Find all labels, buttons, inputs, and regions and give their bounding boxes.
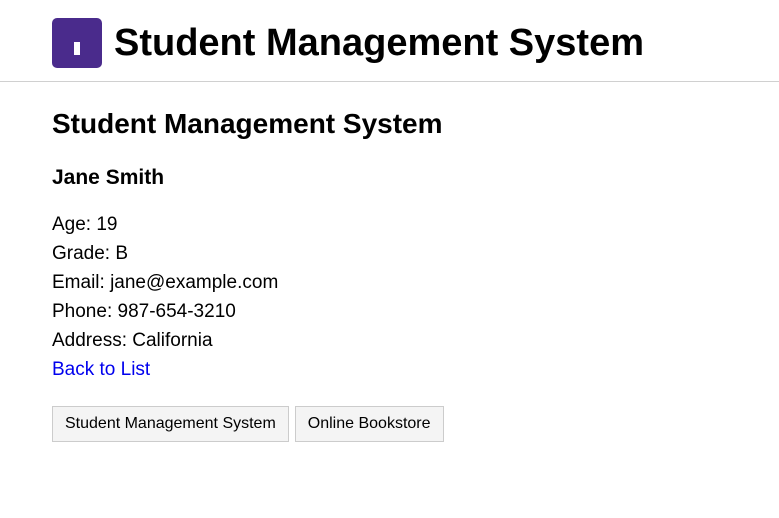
student-email: Email: jane@example.com (52, 272, 279, 293)
student-details: Age: 19 Grade: B Email: jane@example.com… (52, 210, 752, 384)
student-management-system-button[interactable]: Student Management System (52, 406, 289, 442)
student-age: Age: 19 (52, 214, 118, 235)
page-title: Student Management System (52, 108, 443, 139)
student-phone: Phone: 987-654-3210 (52, 301, 236, 322)
student-address: Address: California (52, 330, 213, 351)
app-switcher-buttons: Student Management System Online Booksto… (52, 406, 752, 442)
student-name: Jane Smith (52, 166, 165, 189)
student-detail-section: Student Management System Jane Smith Age… (52, 106, 752, 442)
student-grade: Grade: B (52, 243, 129, 264)
app-title: Student Management System (114, 22, 644, 64)
back-to-list-link[interactable]: Back to List (52, 355, 150, 384)
logo-mark (74, 42, 80, 55)
app-logo-icon (52, 18, 102, 68)
online-bookstore-button[interactable]: Online Bookstore (294, 406, 444, 442)
app-header: Student Management System (0, 0, 779, 82)
